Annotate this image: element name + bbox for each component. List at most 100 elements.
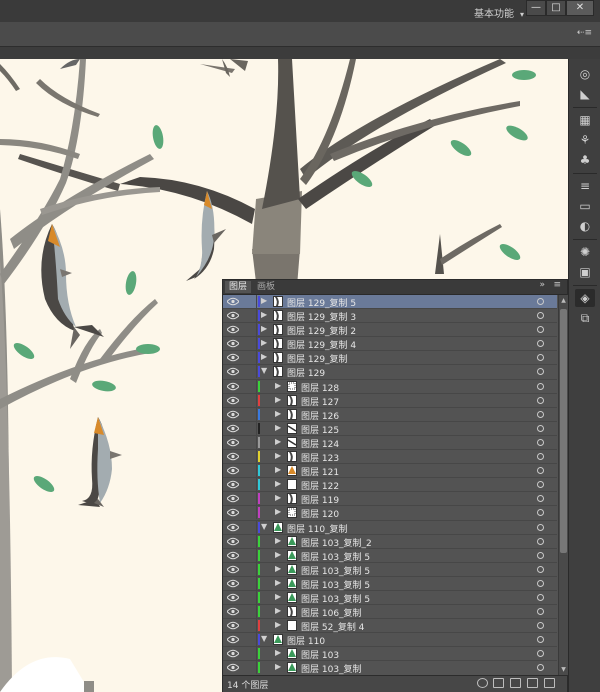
minimize-button[interactable]: — xyxy=(526,0,546,16)
transparency-icon[interactable]: ◐ xyxy=(575,217,595,235)
expand-right-icon[interactable]: ▶ xyxy=(275,381,281,390)
expand-right-icon[interactable]: ▶ xyxy=(275,395,281,404)
expand-right-icon[interactable]: ▶ xyxy=(275,507,281,516)
visibility-eye-icon[interactable] xyxy=(227,438,239,447)
expand-right-icon[interactable]: ▶ xyxy=(275,479,281,488)
target-circle-icon[interactable] xyxy=(537,312,544,320)
layer-name[interactable]: 图层 129_复制 3 xyxy=(287,310,356,323)
layer-list-scrollbar[interactable]: ▲ ▼ xyxy=(558,295,568,675)
layer-row[interactable]: ▼ 图层 110_复制 xyxy=(223,520,557,535)
layer-name[interactable]: 图层 103_复制_2 xyxy=(301,536,372,549)
target-circle-icon[interactable] xyxy=(537,636,544,644)
layer-name[interactable]: 图层 120 xyxy=(301,507,339,520)
layer-row[interactable]: ▶ 图层 103_复制 xyxy=(223,661,557,675)
brushes-icon[interactable]: ⚘ xyxy=(575,131,595,149)
lock-toggle[interactable] xyxy=(242,548,257,562)
lock-toggle[interactable] xyxy=(242,590,257,604)
layer-name[interactable]: 图层 129_复制 5 xyxy=(287,296,356,309)
lock-toggle[interactable] xyxy=(242,661,257,675)
lock-toggle[interactable] xyxy=(242,506,257,520)
visibility-eye-icon[interactable] xyxy=(227,649,239,658)
visibility-eye-icon[interactable] xyxy=(227,635,239,644)
lock-toggle[interactable] xyxy=(242,576,257,590)
lock-toggle[interactable] xyxy=(242,337,257,351)
target-circle-icon[interactable] xyxy=(537,608,544,616)
target-circle-icon[interactable] xyxy=(537,509,544,517)
expand-right-icon[interactable]: ▶ xyxy=(275,409,281,418)
color-guide-icon[interactable]: ✺ xyxy=(575,243,595,261)
visibility-eye-icon[interactable] xyxy=(227,621,239,630)
layer-name[interactable]: 图层 125 xyxy=(301,423,339,436)
lock-toggle[interactable] xyxy=(242,605,257,619)
expand-right-icon[interactable]: ▶ xyxy=(261,296,267,305)
layer-row[interactable]: ▶ 图层 125 xyxy=(223,421,557,436)
visibility-eye-icon[interactable] xyxy=(227,396,239,405)
artboards-icon[interactable]: ⧉ xyxy=(575,309,595,327)
layer-name[interactable]: 图层 103_复制 xyxy=(301,662,362,675)
tab-artboards[interactable]: 画板 xyxy=(253,281,279,293)
layer-row[interactable]: ▶ 图层 124 xyxy=(223,435,557,451)
visibility-eye-icon[interactable] xyxy=(227,325,239,334)
layers-icon[interactable]: ◈ xyxy=(575,289,595,307)
visibility-eye-icon[interactable] xyxy=(227,382,239,391)
target-circle-icon[interactable] xyxy=(537,424,544,432)
layer-row[interactable]: ▶ 图层 103_复制 5 xyxy=(223,562,557,577)
lock-toggle[interactable] xyxy=(242,407,257,421)
lock-toggle[interactable] xyxy=(242,351,257,365)
expand-right-icon[interactable]: ▶ xyxy=(275,550,281,559)
visibility-eye-icon[interactable] xyxy=(227,339,239,348)
appearance-icon[interactable]: ◎ xyxy=(575,65,595,83)
expand-down-icon[interactable]: ▼ xyxy=(261,634,267,643)
target-circle-icon[interactable] xyxy=(537,664,544,672)
layer-name[interactable]: 图层 127 xyxy=(301,395,339,408)
visibility-eye-icon[interactable] xyxy=(227,551,239,560)
lock-toggle[interactable] xyxy=(242,562,257,576)
lock-toggle[interactable] xyxy=(242,534,257,548)
layer-row[interactable]: ▶ 图层 129_复制 3 xyxy=(223,309,557,324)
lock-toggle[interactable] xyxy=(242,520,257,534)
club-icon[interactable]: ♣ xyxy=(575,151,595,169)
new-sublayer-icon[interactable] xyxy=(510,678,521,688)
layer-row[interactable]: ▶ 图层 129_复制 5 xyxy=(223,295,557,310)
make-clipping-mask-icon[interactable] xyxy=(493,678,504,688)
layer-name[interactable]: 图层 103_复制 5 xyxy=(301,578,370,591)
layer-name[interactable]: 图层 124 xyxy=(301,437,339,450)
panel-options-icon[interactable]: ⇠≡ xyxy=(577,28,592,38)
lock-toggle[interactable] xyxy=(242,393,257,407)
expand-right-icon[interactable]: ▶ xyxy=(275,536,281,545)
lock-toggle[interactable] xyxy=(242,619,257,633)
layer-name[interactable]: 图层 129_复制 2 xyxy=(287,324,356,337)
expand-right-icon[interactable]: ▶ xyxy=(275,578,281,587)
expand-right-icon[interactable]: ▶ xyxy=(261,324,267,333)
expand-right-icon[interactable]: ▶ xyxy=(275,592,281,601)
lock-toggle[interactable] xyxy=(242,379,257,393)
target-circle-icon[interactable] xyxy=(537,396,544,404)
expand-right-icon[interactable]: ▶ xyxy=(275,437,281,446)
layer-row[interactable]: ▶ 图层 120 xyxy=(223,506,557,521)
layer-row[interactable]: ▶ 图层 128 xyxy=(223,379,557,394)
visibility-eye-icon[interactable] xyxy=(227,424,239,433)
target-circle-icon[interactable] xyxy=(537,410,544,418)
symbols-icon[interactable]: ▦ xyxy=(575,111,595,129)
layer-row[interactable]: ▶ 图层 106_复制 xyxy=(223,605,557,620)
new-layer-icon[interactable] xyxy=(527,678,538,688)
visibility-eye-icon[interactable] xyxy=(227,367,239,376)
lock-toggle[interactable] xyxy=(242,450,257,464)
expand-right-icon[interactable]: ▶ xyxy=(261,310,267,319)
visibility-eye-icon[interactable] xyxy=(227,523,239,532)
expand-right-icon[interactable]: ▶ xyxy=(275,493,281,502)
target-circle-icon[interactable] xyxy=(537,495,544,503)
lock-toggle[interactable] xyxy=(242,295,257,308)
lock-toggle[interactable] xyxy=(242,633,257,647)
maximize-button[interactable]: □ xyxy=(546,0,566,16)
visibility-eye-icon[interactable] xyxy=(227,480,239,489)
layer-row[interactable]: ▼ 图层 110 xyxy=(223,633,557,648)
delete-layer-icon[interactable] xyxy=(544,678,555,688)
target-circle-icon[interactable] xyxy=(537,354,544,362)
layer-name[interactable]: 图层 106_复制 xyxy=(301,606,362,619)
visibility-eye-icon[interactable] xyxy=(227,565,239,574)
expand-right-icon[interactable]: ▶ xyxy=(275,662,281,671)
layer-name[interactable]: 图层 110_复制 xyxy=(287,522,348,535)
close-button[interactable]: ✕ xyxy=(566,0,594,16)
visibility-eye-icon[interactable] xyxy=(227,297,239,306)
